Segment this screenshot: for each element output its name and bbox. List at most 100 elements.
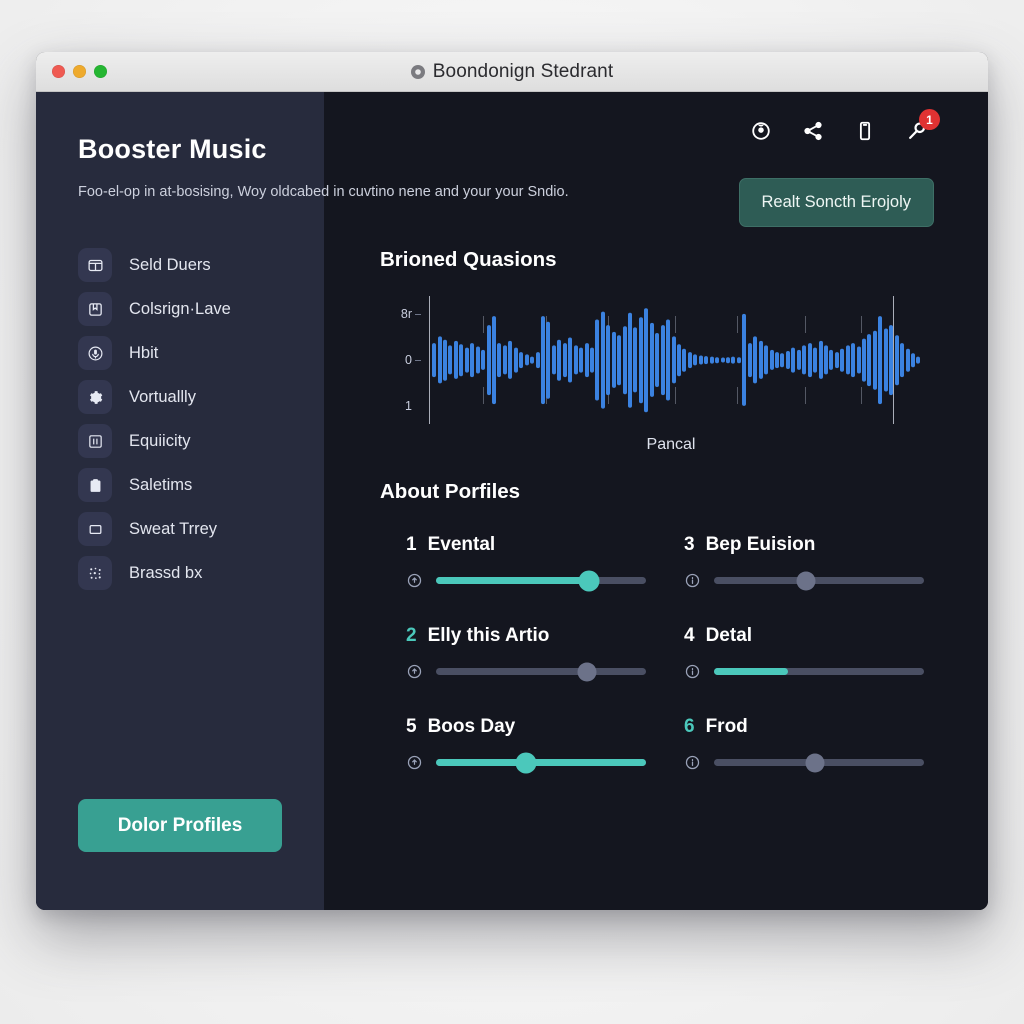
waveform-bar <box>698 355 703 365</box>
waveform-bar <box>862 338 867 382</box>
waveform-bar <box>894 335 899 385</box>
waveform-bar <box>508 340 513 380</box>
waveform-bar <box>540 316 545 404</box>
refresh-circle-icon[interactable] <box>748 118 774 144</box>
rotate-left-icon[interactable] <box>406 754 423 771</box>
waveform-bar <box>568 337 573 383</box>
waveform-bar <box>638 317 643 403</box>
browser-window-icon <box>78 248 112 283</box>
share-icon[interactable] <box>800 118 826 144</box>
profile-slider[interactable] <box>436 570 646 591</box>
waveform-bar <box>502 345 507 375</box>
profiles-section-title: About Porfiles <box>380 480 521 503</box>
waveform-bar <box>742 313 747 407</box>
slider-knob[interactable] <box>805 753 825 772</box>
profile-slider-row <box>406 752 646 773</box>
desktop-backdrop: Boondonign Stedrant Booster Music Foo-el… <box>0 0 1024 1024</box>
waveform-bar <box>530 356 535 364</box>
profile-item: 2 Elly this Artio <box>406 625 646 681</box>
gear-icon <box>78 380 112 415</box>
sidebar-item-brassd-bx[interactable]: Brassd bx <box>36 551 324 595</box>
sidebar-item-label: Colsrign·Lave <box>129 299 231 318</box>
chart-plot-area <box>416 296 934 424</box>
top-toolbar: 1 <box>378 92 940 170</box>
rotate-left-icon[interactable] <box>406 572 423 589</box>
microphone-circle-icon <box>78 336 112 371</box>
slider-knob[interactable] <box>515 752 537 773</box>
equalizer-icon <box>78 424 112 459</box>
y-tick-label: 8r <box>401 307 421 321</box>
sidebar: Booster Music Foo-el-op in at-bosising, … <box>36 92 569 910</box>
slider-knob[interactable] <box>796 571 816 590</box>
sidebar-item-seld-duers[interactable]: Seld Duers <box>36 243 324 287</box>
profile-slider[interactable] <box>714 668 924 675</box>
realt-soncth-erojoly-button[interactable]: Realt Soncth Erojoly <box>738 178 934 227</box>
sidebar-item-colsrign-lave[interactable]: Colsrign·Lave <box>36 287 324 331</box>
chart-section-title: Brioned Quasions <box>380 248 557 271</box>
waveform-bar <box>791 347 796 373</box>
info-circle-icon[interactable] <box>684 572 701 589</box>
waveform-bar <box>840 348 845 372</box>
slider-knob[interactable] <box>577 662 597 681</box>
profile-slider[interactable] <box>436 752 646 773</box>
sidebar-item-label: Vortuallly <box>129 387 196 406</box>
waveform-bar <box>470 343 475 377</box>
waveform-bar <box>519 352 524 368</box>
profile-item: 1 Evental <box>406 534 646 591</box>
window-title: Boondonign Stedrant <box>432 60 614 82</box>
dolor-profiles-button[interactable]: Dolor Profiles <box>78 799 282 852</box>
window-titlebar: Boondonign Stedrant <box>36 52 988 92</box>
profile-header: 4 Detal <box>684 625 924 647</box>
profile-slider[interactable] <box>436 662 646 681</box>
sidebar-item-sweat-trrey[interactable]: Sweat Trrey <box>36 507 324 551</box>
search-icon[interactable]: 1 <box>904 109 940 144</box>
waveform-bar <box>687 352 692 368</box>
profile-slider[interactable] <box>714 571 924 590</box>
waveform-bar <box>693 354 698 366</box>
waveform-bar <box>823 345 828 375</box>
profile-label: Bep Euision <box>705 534 816 555</box>
waveform-bar <box>878 316 883 404</box>
waveform-bar <box>856 346 861 374</box>
sidebar-item-saletims[interactable]: Saletims <box>36 463 324 507</box>
slider-knob[interactable] <box>578 570 600 591</box>
profile-label: Detal <box>705 625 753 646</box>
waveform-bar <box>802 345 807 375</box>
waveform-bar <box>524 354 529 366</box>
info-circle-icon[interactable] <box>684 754 701 771</box>
mobile-device-icon[interactable] <box>852 118 878 144</box>
waveform-bar <box>807 343 812 377</box>
slider-fill <box>436 759 646 766</box>
waveform-bar <box>872 330 877 390</box>
waveform-bar <box>666 319 671 401</box>
waveform-bars <box>416 296 934 424</box>
sidebar-item-equiicity[interactable]: Equiicity <box>36 419 324 463</box>
waveform-bar <box>867 334 872 386</box>
sidebar-item-hbit[interactable]: Hbit <box>36 331 324 375</box>
rotate-left-icon[interactable] <box>406 663 423 680</box>
main-content: 1 Realt Soncth Erojoly Brioned Quasions … <box>324 92 988 910</box>
waveform-bar <box>720 357 725 363</box>
waveform-bar <box>562 343 567 377</box>
waveform-bar <box>829 349 834 371</box>
profile-header: 2 Elly this Artio <box>406 625 646 647</box>
slider-fill <box>714 668 788 675</box>
waveform-bar <box>617 335 622 385</box>
waveform-bar <box>448 345 453 375</box>
waveform-bar <box>437 336 442 384</box>
waveform-bar <box>606 325 611 395</box>
waveform-bar <box>883 328 888 392</box>
sidebar-item-label: Seld Duers <box>129 255 211 274</box>
profile-slider-row <box>684 753 924 772</box>
waveform-bar <box>459 344 464 376</box>
waveform-bar <box>589 347 594 373</box>
sidebar-item-vortuallly[interactable]: Vortuallly <box>36 375 324 419</box>
profile-slider[interactable] <box>714 753 924 772</box>
info-circle-icon[interactable] <box>684 663 701 680</box>
waveform-bar <box>443 339 447 381</box>
waveform-bar <box>579 347 584 373</box>
sparkle-grid-icon <box>78 556 112 591</box>
profile-label: Boos Day <box>427 716 516 737</box>
profile-header: 3 Bep Euision <box>684 534 924 556</box>
profile-label: Elly this Artio <box>427 625 550 646</box>
